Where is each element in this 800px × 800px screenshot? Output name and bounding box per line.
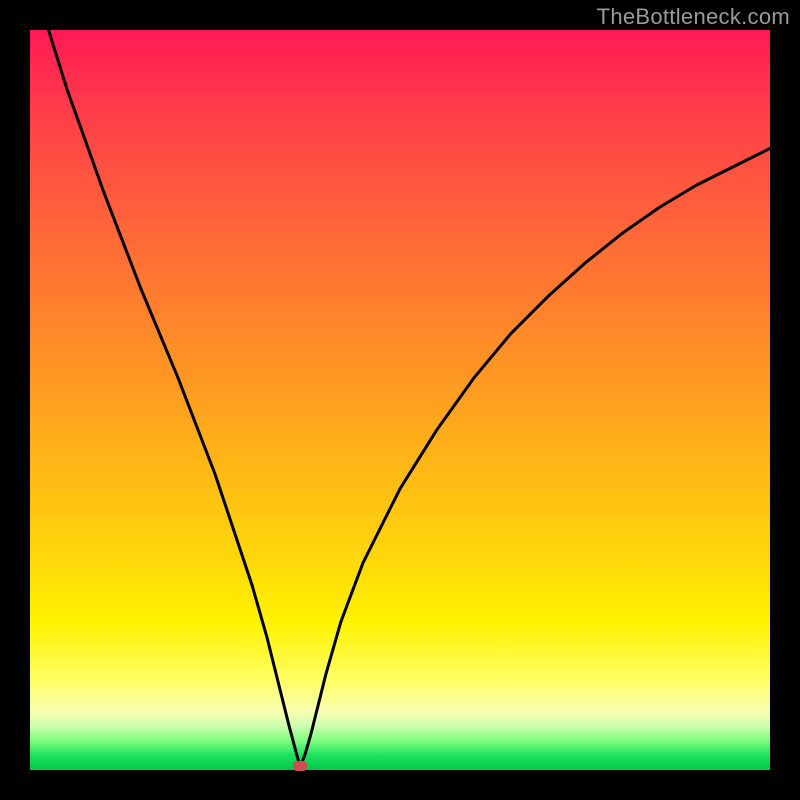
curve-layer [30, 30, 770, 770]
bottleneck-curve [30, 0, 770, 767]
plot-area [30, 30, 770, 770]
watermark-text: TheBottleneck.com [597, 4, 790, 30]
chart-frame: TheBottleneck.com [0, 0, 800, 800]
minimum-marker [293, 761, 307, 771]
